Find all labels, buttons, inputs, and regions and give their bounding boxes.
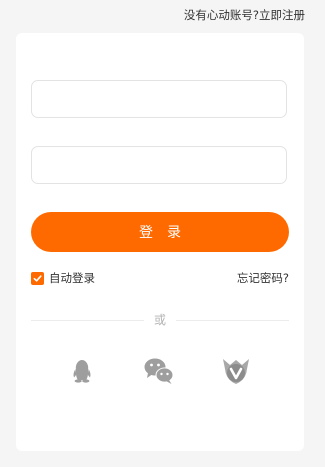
password-input[interactable] bbox=[31, 146, 287, 184]
v-badge-icon bbox=[223, 359, 249, 384]
register-prompt: 没有心动账号?立即注册 bbox=[184, 7, 305, 23]
divider-line-left bbox=[31, 320, 144, 321]
login-button[interactable]: 登录 bbox=[31, 212, 289, 252]
qq-login-button[interactable] bbox=[67, 356, 97, 386]
login-options: 自动登录 忘记密码? bbox=[31, 270, 289, 286]
wechat-login-button[interactable] bbox=[143, 356, 174, 386]
qq-penguin-icon bbox=[73, 360, 91, 383]
auto-login-label: 自动登录 bbox=[49, 271, 95, 285]
username-input[interactable] bbox=[31, 80, 287, 118]
divider-label: 或 bbox=[153, 313, 167, 327]
register-link[interactable]: 立即注册 bbox=[259, 8, 305, 22]
login-card: 登录 自动登录 忘记密码? 或 bbox=[16, 33, 304, 451]
or-divider: 或 bbox=[31, 311, 289, 329]
forgot-password-link[interactable]: 忘记密码? bbox=[237, 270, 289, 286]
v-badge-login-button[interactable] bbox=[221, 356, 251, 386]
auto-login-toggle[interactable]: 自动登录 bbox=[31, 270, 95, 286]
wechat-bubbles-icon bbox=[144, 358, 174, 384]
no-account-text: 没有心动账号? bbox=[183, 8, 259, 22]
divider-line-right bbox=[176, 320, 289, 321]
auto-login-checkbox[interactable] bbox=[31, 271, 44, 285]
check-icon bbox=[33, 274, 42, 282]
